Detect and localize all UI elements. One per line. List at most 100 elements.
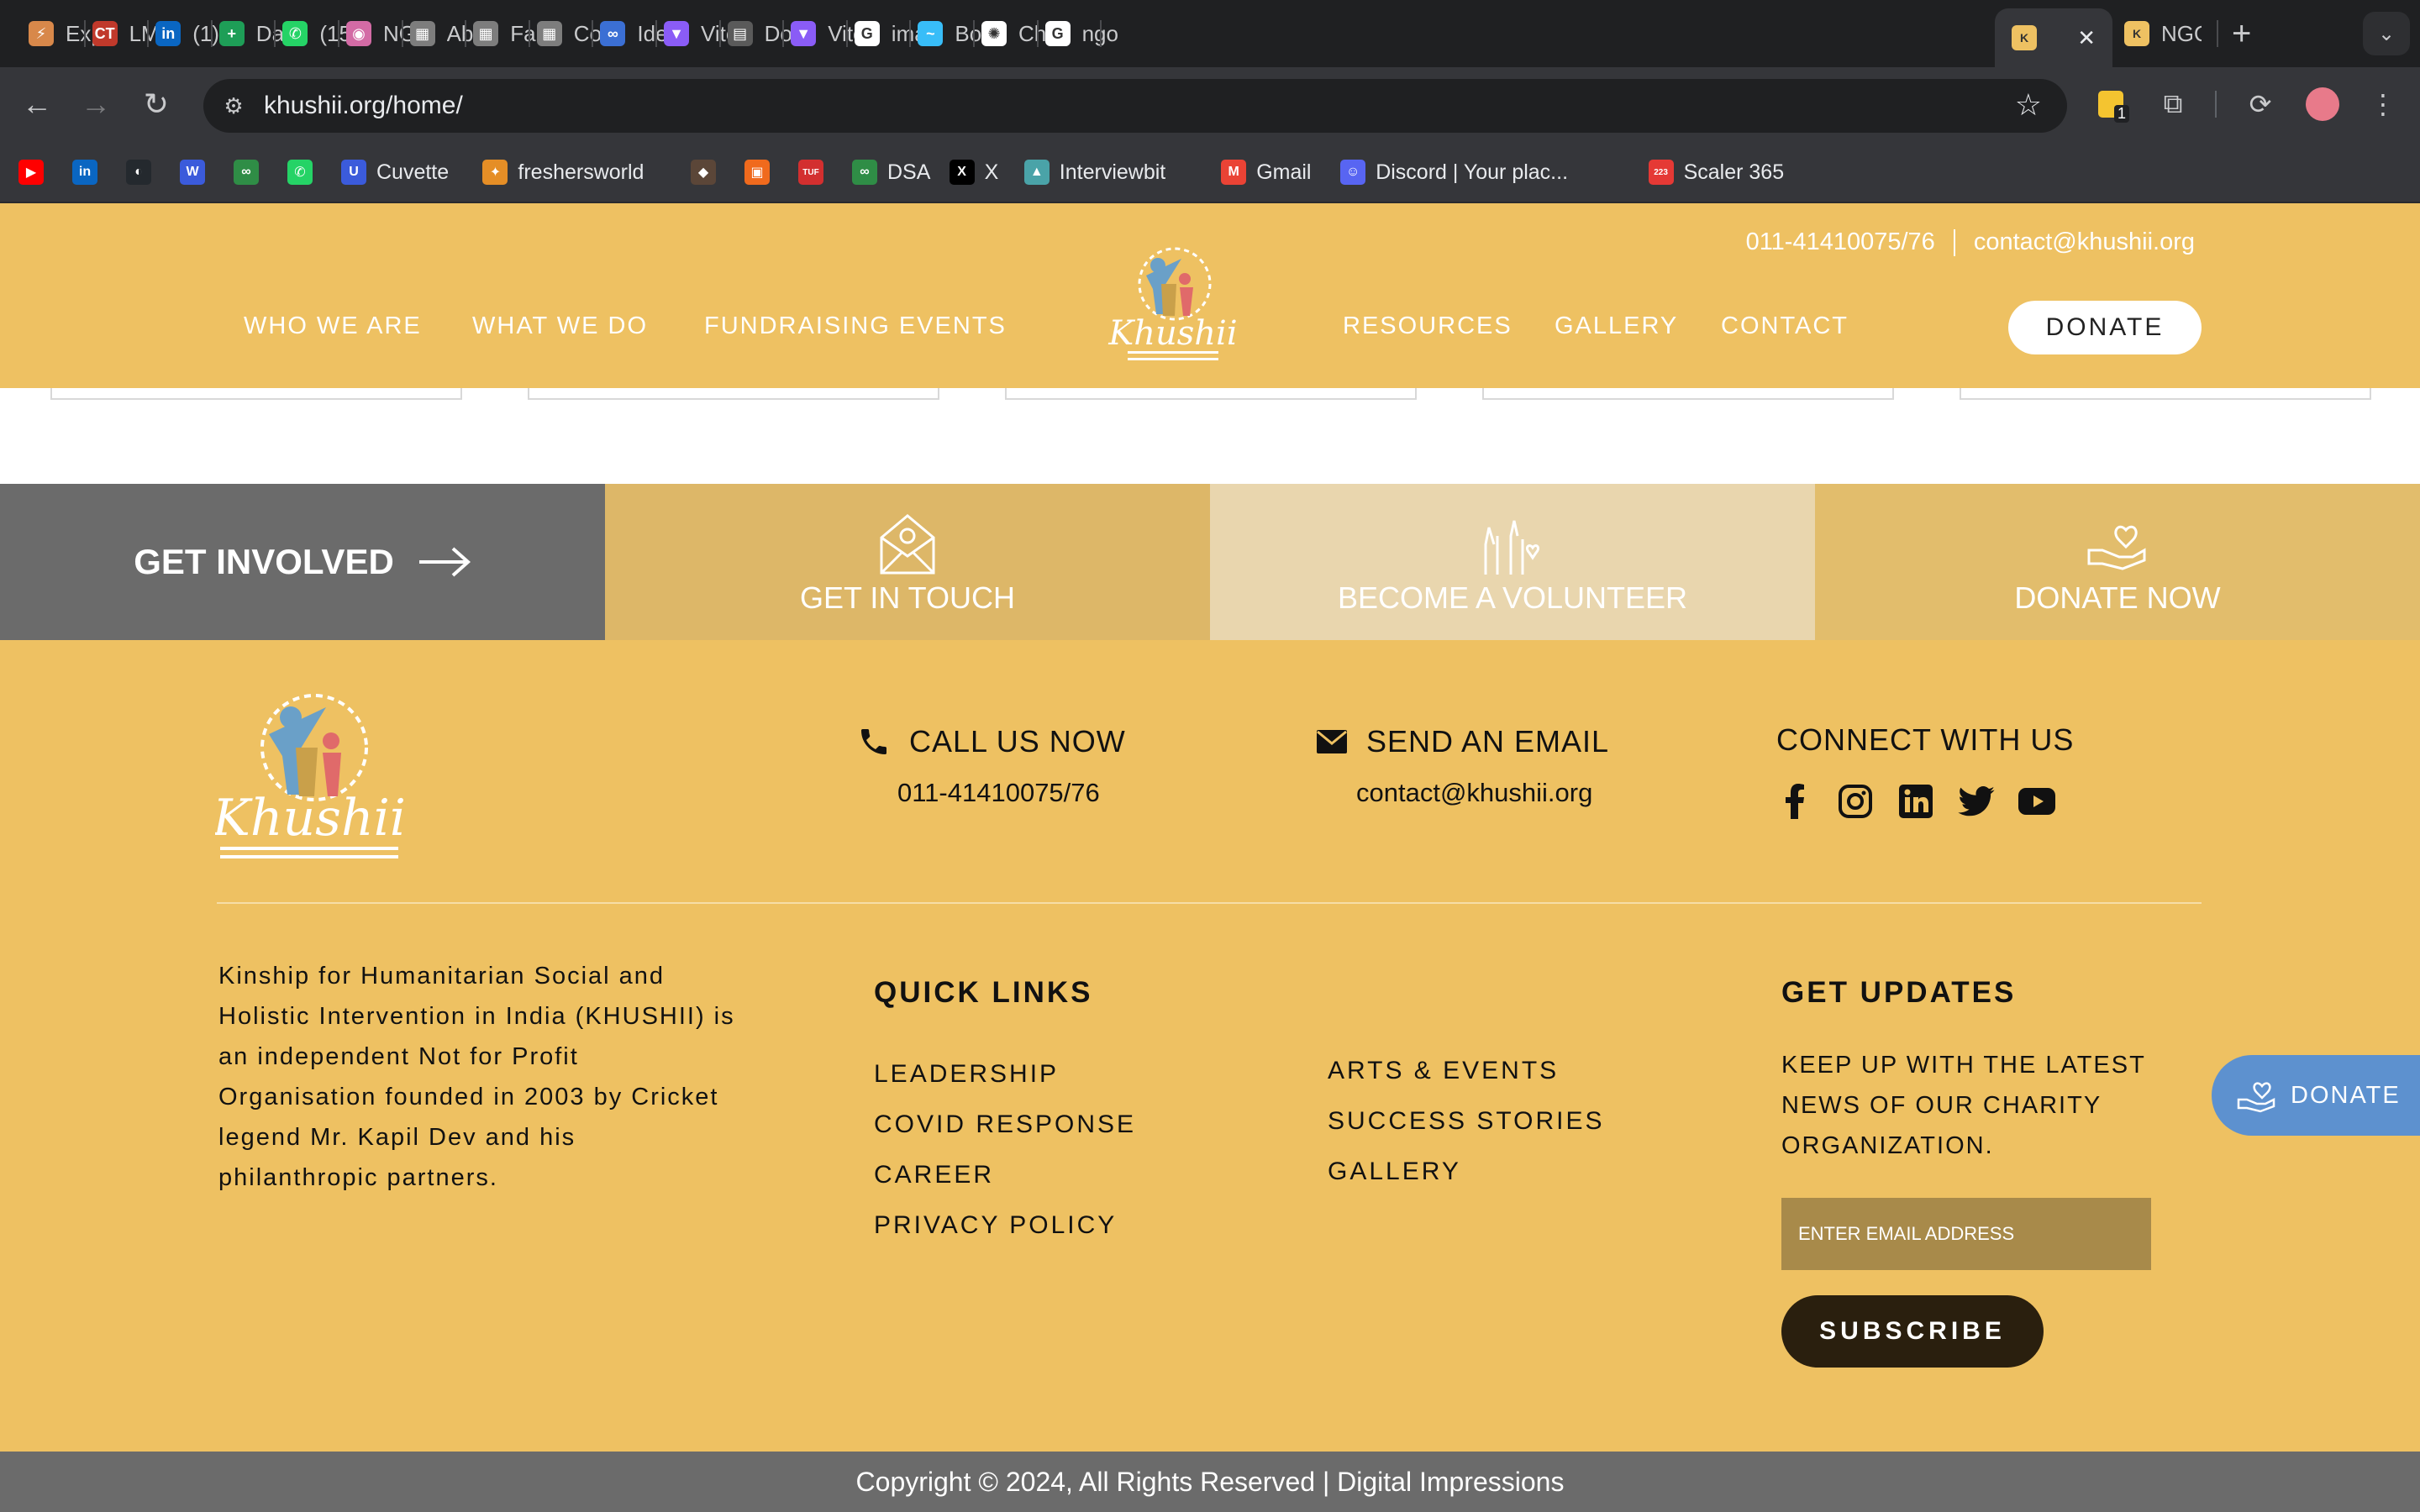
- quick-link-covid-response[interactable]: COVID RESPONSE: [874, 1110, 1136, 1139]
- twitter-icon[interactable]: [1958, 783, 1995, 820]
- bookmark-item[interactable]: ✦ freshersworld: [482, 158, 644, 186]
- nav-contact[interactable]: CONTACT: [1721, 312, 1849, 340]
- nav-who-we-are[interactable]: WHO WE ARE: [244, 312, 422, 340]
- tab-active[interactable]: K ✕: [1995, 8, 2112, 67]
- tab-favicon-icon: ✺: [981, 21, 1007, 46]
- envelope-icon: [1317, 730, 1347, 753]
- bookmark-item[interactable]: ◆: [691, 158, 716, 186]
- social-links: [1776, 783, 2074, 820]
- freshersworld-icon: ✦: [482, 160, 508, 185]
- bookmark-item[interactable]: ∞: [234, 158, 259, 186]
- bookmark-item[interactable]: TUF: [798, 158, 823, 186]
- gfg-icon: ∞: [234, 160, 259, 185]
- tab-separator: [83, 20, 86, 47]
- tab-favicon-icon: G: [854, 21, 880, 46]
- instagram-icon[interactable]: [1837, 783, 1874, 820]
- bookmark-label: DSA: [887, 160, 931, 184]
- quick-link-privacy-policy[interactable]: PRIVACY POLICY: [874, 1211, 1117, 1240]
- header-email-link[interactable]: contact@khushii.org: [1974, 228, 2195, 256]
- nav-fundraising-events[interactable]: FUNDRAISING EVENTS: [704, 312, 1007, 340]
- performance-button[interactable]: ⟳: [2242, 86, 2279, 123]
- quick-link-leadership[interactable]: LEADERSHIP: [874, 1060, 1059, 1089]
- browser-tab[interactable]: Gngo: [1044, 15, 1123, 52]
- donate-now-tile[interactable]: DONATE NOW: [1815, 484, 2420, 640]
- profile-button[interactable]: [2304, 86, 2341, 123]
- header-phone-link[interactable]: 011-41410075/76: [1746, 228, 1935, 256]
- floating-donate-button[interactable]: DONATE: [2212, 1055, 2420, 1136]
- bookmark-star-icon[interactable]: ☆: [2015, 87, 2042, 123]
- khushii-favicon-icon: K: [2124, 21, 2149, 46]
- tab-separator: [528, 20, 530, 47]
- bookmark-item[interactable]: ☺ Discord | Your plac...: [1340, 158, 1568, 186]
- bookmark-item[interactable]: ∞ DSA: [852, 158, 930, 186]
- bookmark-item[interactable]: in: [72, 158, 97, 186]
- quick-link-gallery[interactable]: GALLERY: [1328, 1158, 1461, 1186]
- scaler-icon: 223: [1648, 160, 1674, 185]
- browser-menu-button[interactable]: ⋮: [2365, 86, 2402, 123]
- reload-button[interactable]: ↻: [138, 86, 175, 123]
- become-volunteer-tile[interactable]: BECOME A VOLUNTEER: [1210, 484, 1815, 640]
- footer-email-link[interactable]: contact@khushii.org: [1356, 778, 1609, 808]
- forward-button[interactable]: →: [77, 86, 114, 123]
- mail-at-icon: [880, 514, 935, 575]
- subscribe-button[interactable]: SUBSCRIBE: [1781, 1295, 2044, 1368]
- close-tab-icon[interactable]: ✕: [2077, 25, 2096, 51]
- bookmark-item[interactable]: W: [180, 158, 205, 186]
- tab-separator: [147, 20, 150, 47]
- bookmark-item[interactable]: 223 Scaler 365: [1648, 158, 1784, 186]
- site-settings-icon[interactable]: ⚙: [218, 91, 249, 121]
- quick-link-success-stories[interactable]: SUCCESS STORIES: [1328, 1107, 1605, 1136]
- footer-logo[interactable]: Khushii: [212, 674, 408, 867]
- tab-separator: [1100, 20, 1102, 47]
- quick-link-career[interactable]: CAREER: [874, 1161, 994, 1189]
- url-text[interactable]: khushii.org/home/: [264, 92, 463, 120]
- bookmark-item[interactable]: ✆: [287, 158, 313, 186]
- tab-title: NGO: [2161, 20, 2202, 46]
- header-donate-button[interactable]: DONATE: [2008, 301, 2202, 354]
- tab-separator: [973, 20, 975, 47]
- get-in-touch-tile[interactable]: GET IN TOUCH: [605, 484, 1210, 640]
- volunteer-hands-icon: [1484, 520, 1539, 575]
- newsletter-email-input[interactable]: [1781, 1198, 2151, 1270]
- gfg-icon: ∞: [852, 160, 877, 185]
- tab-separator: [655, 20, 657, 47]
- bookmark-item[interactable]: ▣: [744, 158, 770, 186]
- tab-favicon-icon: ⚡: [29, 21, 54, 46]
- new-tab-button[interactable]: +: [2232, 15, 2251, 52]
- tab-search-button[interactable]: ⌄: [2363, 12, 2410, 55]
- arrow-left-icon: ←: [22, 87, 52, 121]
- back-button[interactable]: ←: [18, 86, 55, 123]
- phone-icon: [861, 729, 886, 754]
- nav-resources[interactable]: RESOURCES: [1343, 312, 1512, 340]
- tab-favicon-icon: ▦: [473, 21, 499, 46]
- address-bar[interactable]: ⚙ khushii.org/home/ ☆: [203, 79, 2067, 133]
- quick-link-arts-events[interactable]: ARTS & EVENTS: [1328, 1057, 1559, 1085]
- card-bottom-edge: [1960, 388, 2371, 400]
- extension-notes-button[interactable]: 1: [2092, 86, 2129, 123]
- browser-toolbar: ← → ↻ ⚙ khushii.org/home/ ☆ 1 ⧉ ⟳ ⋮: [0, 67, 2420, 141]
- footer-call: CALL US NOW 011-41410075/76: [857, 724, 1126, 808]
- bookmark-item[interactable]: XX: [949, 158, 998, 186]
- tab-favicon-icon: ✆: [282, 21, 308, 46]
- tab-favicon-icon: ▦: [536, 21, 562, 46]
- khushii-logo-icon: Khushii: [212, 694, 406, 858]
- bookmark-label: Discord | Your plac...: [1376, 160, 1569, 184]
- nav-what-we-do[interactable]: WHAT WE DO: [472, 312, 648, 340]
- interviewbit-icon: ▲: [1023, 160, 1050, 185]
- tab-ngo[interactable]: K NGO: [2124, 15, 2202, 52]
- bookmark-item[interactable]: U Cuvette: [341, 158, 449, 186]
- youtube-icon[interactable]: [2018, 783, 2055, 820]
- bookmark-item[interactable]: ▶: [18, 158, 44, 186]
- footer-phone-link[interactable]: 011-41410075/76: [897, 778, 1126, 808]
- linkedin-icon: in: [72, 160, 97, 185]
- bookmark-item[interactable]: ▲ Interviewbit: [1023, 158, 1165, 186]
- linkedin-icon[interactable]: [1897, 783, 1934, 820]
- extensions-button[interactable]: ⧉: [2154, 86, 2191, 123]
- site-footer: Khushii CALL US NOW 011-41410075/76 SEND…: [0, 640, 2420, 1452]
- bookmark-item[interactable]: ◐: [126, 158, 151, 186]
- facebook-icon[interactable]: [1776, 783, 1813, 820]
- nav-gallery[interactable]: GALLERY: [1555, 312, 1678, 340]
- puzzle-icon: ⧉: [2163, 88, 2183, 118]
- bookmark-item[interactable]: M Gmail: [1221, 158, 1311, 186]
- site-logo[interactable]: Khushii: [1106, 234, 1240, 368]
